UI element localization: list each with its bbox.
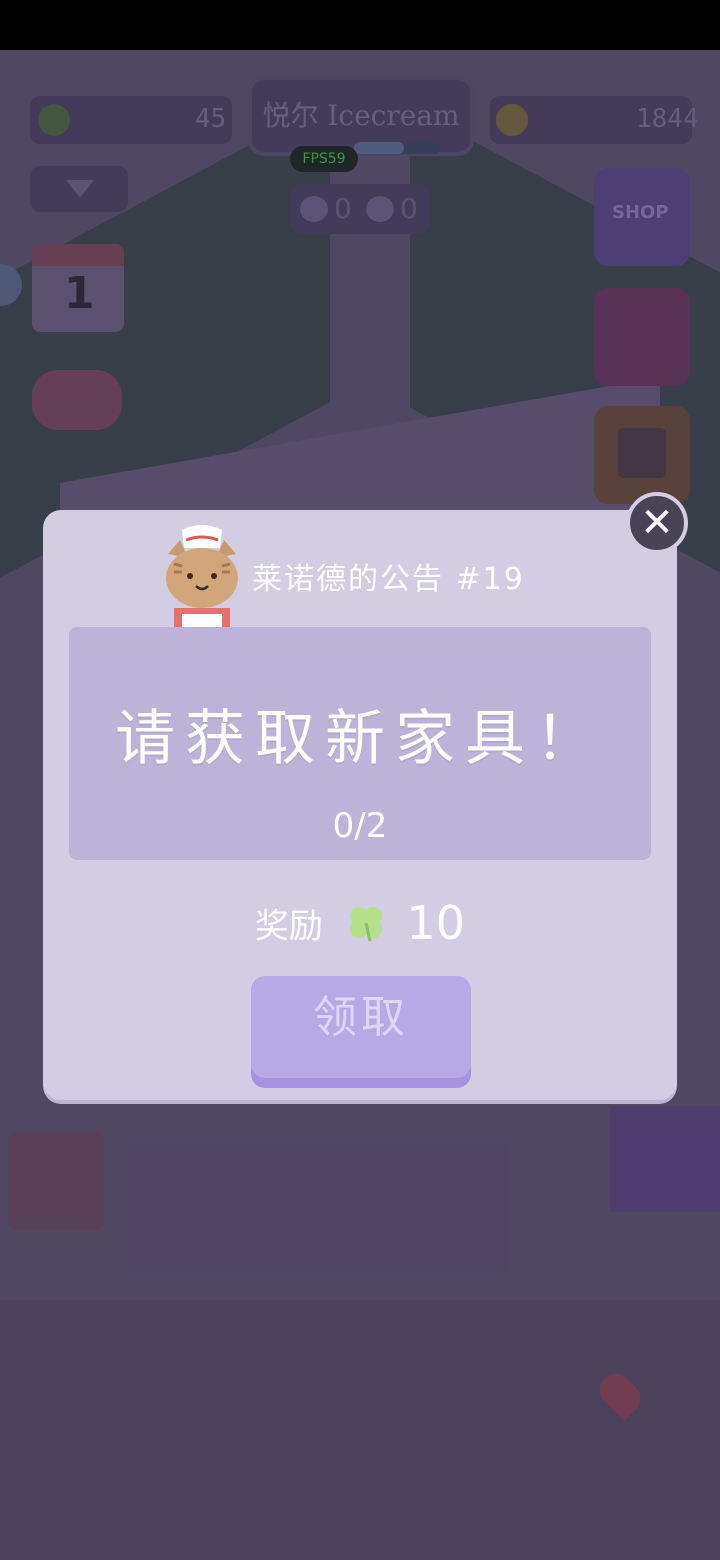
reward-value: 10 bbox=[406, 896, 466, 950]
dialog-title: 莱诺德的公告 #19 bbox=[252, 562, 525, 597]
status-bar bbox=[0, 0, 720, 50]
claim-button-label: 领取 bbox=[313, 992, 409, 1043]
task-progress: 0/2 bbox=[332, 806, 388, 846]
claim-button[interactable]: 领取 bbox=[251, 976, 471, 1078]
cat-chef-avatar bbox=[166, 525, 238, 628]
close-button[interactable]: ✕ bbox=[626, 492, 688, 554]
close-icon: ✕ bbox=[640, 500, 674, 546]
clover-icon bbox=[349, 907, 382, 942]
task-text: 请获取新家具！ bbox=[115, 704, 605, 774]
reward-row: 奖励 10 bbox=[43, 896, 677, 950]
reward-label: 奖励 bbox=[254, 906, 323, 947]
